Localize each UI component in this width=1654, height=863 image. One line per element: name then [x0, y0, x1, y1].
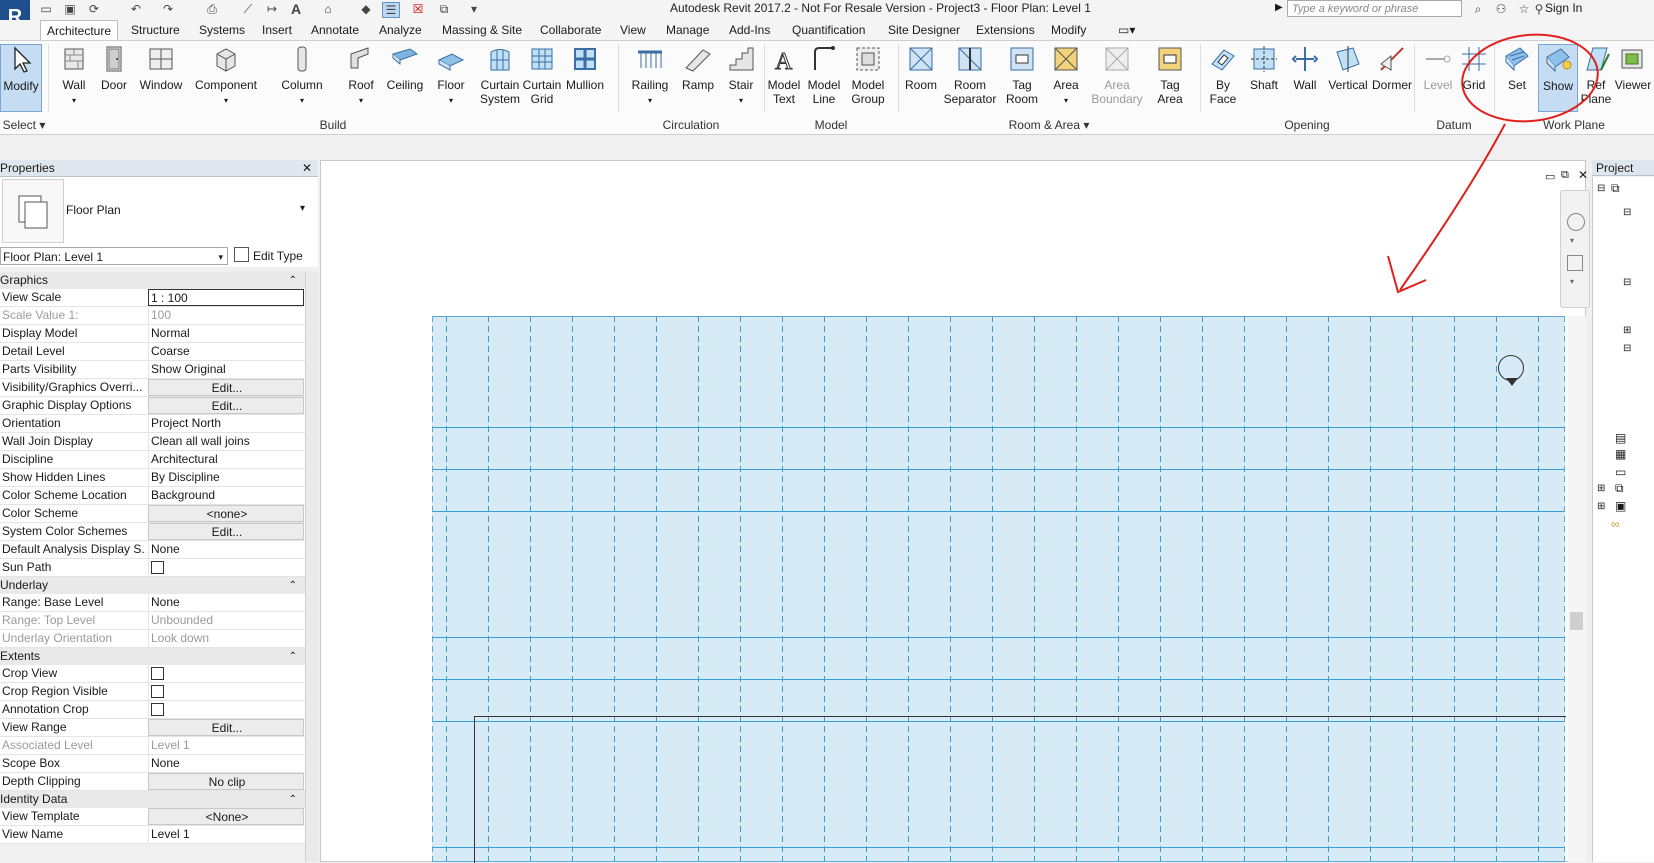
annotation-arrow-line [1399, 123, 1506, 291]
red-annotation-overlay [1387, 33, 1599, 294]
annotation-circle [1461, 33, 1599, 123]
